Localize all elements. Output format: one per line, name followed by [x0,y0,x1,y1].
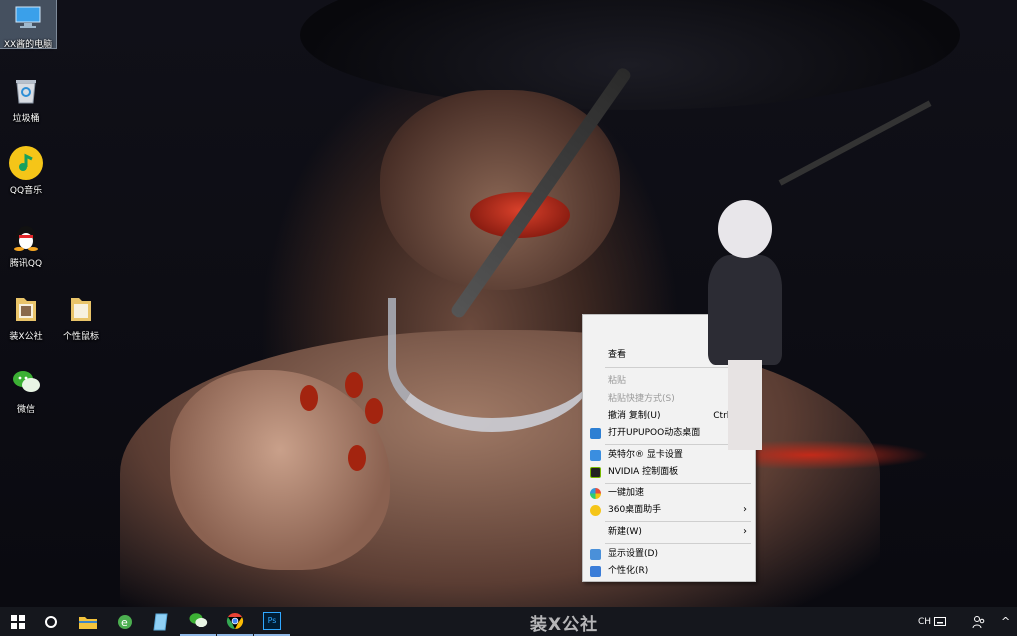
wallpaper-nail [365,398,383,424]
speedup-icon [590,488,601,499]
menu-item-label: 查看 [608,350,627,360]
menu-separator [605,543,751,544]
desktop-icon-label: 垃圾桶 [12,114,40,124]
taskbar-file-explorer[interactable] [70,607,106,636]
menu-item-label: 360桌面助手 [608,505,662,515]
taskbar-chrome[interactable] [217,607,253,636]
computer-icon [11,0,45,34]
desktop-icon-label: 个性鼠标 [62,332,99,342]
show-hidden-icons-button[interactable]: ^ [1001,607,1010,636]
desktop-icon-label: XX酱的电脑 [3,40,53,50]
wallpaper-necklace [388,298,596,432]
notepad-icon [153,613,168,630]
start-button[interactable] [0,607,36,636]
recycle-bin-icon [9,74,43,108]
photoshop-icon: Ps [263,611,281,630]
ime-label: CH [918,616,932,627]
watermark-text: 装X公社 [530,615,599,635]
desktop-icon-qq[interactable]: 腾讯QQ [0,219,54,269]
menu-item-label: 新建(W) [608,527,642,537]
menu-separator [605,483,751,484]
menu-item-speedup[interactable]: 一键加速 [583,485,755,501]
qq-penguin-icon [9,219,43,253]
people-button[interactable] [972,607,986,636]
wallpaper-staff [778,100,932,186]
chevron-up-icon: ^ [1001,615,1011,628]
menu-item-label: 个性化(R) [608,566,649,576]
wallpaper-character [690,200,800,450]
menu-item-personalize[interactable]: 个性化(R) [583,563,755,579]
keyboard-icon [934,617,946,626]
menu-item-label: 撤消 复制(U) [608,411,661,421]
wechat-icon [189,613,208,628]
menu-item-new[interactable]: 新建(W) › [583,524,755,540]
folder-icon [64,292,98,326]
desktop-icon-folder-zhuangx[interactable]: 装X公社 [0,292,54,342]
menu-item-360-assistant[interactable]: 360桌面助手 › [583,502,755,518]
desktop-icon-qq-music[interactable]: QQ音乐 [0,146,54,196]
menu-item-nvidia[interactable]: NVIDIA 控制面板 [583,464,755,480]
desktop-icon-folder-mouse[interactable]: 个性鼠标 [53,292,109,342]
taskbar: e Ps 装X公社 CH ^ [0,607,1017,636]
character-head [718,200,772,258]
cortana-icon [45,615,57,628]
menu-item-label: 粘贴 [608,376,627,386]
desktop-icon-label: 装X公社 [9,332,43,342]
wallpaper-hat [300,0,960,110]
display-icon [590,549,601,560]
menu-item-label: 一键加速 [608,488,645,498]
start-icon [11,614,25,629]
upupoo-icon [590,428,601,439]
desktop-icon-recycle-bin[interactable]: 垃圾桶 [0,74,54,124]
chevron-right-icon: › [743,504,747,515]
menu-item-display-settings[interactable]: 显示设置(D) [583,546,755,562]
cortana-button[interactable] [33,607,69,636]
chevron-right-icon: › [743,526,747,537]
desktop-icon-label: 腾讯QQ [9,259,43,269]
desktop-icon-computer[interactable]: XX酱的电脑 [0,0,57,50]
file-explorer-icon [79,616,97,629]
character-legs [728,360,762,450]
qq-music-icon [9,146,43,180]
taskbar-ie[interactable]: e [107,607,143,636]
menu-item-label: 打开UPUPOO动态桌面 [608,428,701,438]
wallpaper-nail [348,445,366,471]
intel-graphics-icon [590,450,601,461]
desktop-wallpaper [0,0,1017,607]
ime-indicator[interactable]: CH [918,607,931,636]
taskbar-wechat[interactable] [180,607,216,636]
menu-separator [605,521,751,522]
desktop-icon-label: 微信 [16,405,35,415]
wallpaper-nail [345,372,363,398]
360-icon [590,505,601,516]
ie-icon: e [118,614,132,629]
desktop-icon-label: QQ音乐 [9,186,43,196]
taskbar-photoshop[interactable]: Ps [254,607,290,636]
chrome-icon [226,612,244,629]
personalize-icon [590,566,601,577]
wechat-icon [9,365,43,399]
taskbar-notepad[interactable] [143,607,179,636]
wallpaper-nail [300,385,318,411]
nvidia-icon [590,467,601,478]
keyboard-tray[interactable] [934,607,946,636]
menu-item-label: NVIDIA 控制面板 [608,467,679,477]
menu-item-label: 英特尔® 显卡设置 [608,450,683,460]
character-coat [708,255,782,365]
svg-text:e: e [121,616,128,629]
menu-item-label: 显示设置(D) [608,549,658,559]
people-icon [972,615,985,628]
desktop-icon-wechat[interactable]: 微信 [0,365,54,415]
folder-icon [9,292,43,326]
menu-item-label: 粘贴快捷方式(S) [608,394,675,404]
